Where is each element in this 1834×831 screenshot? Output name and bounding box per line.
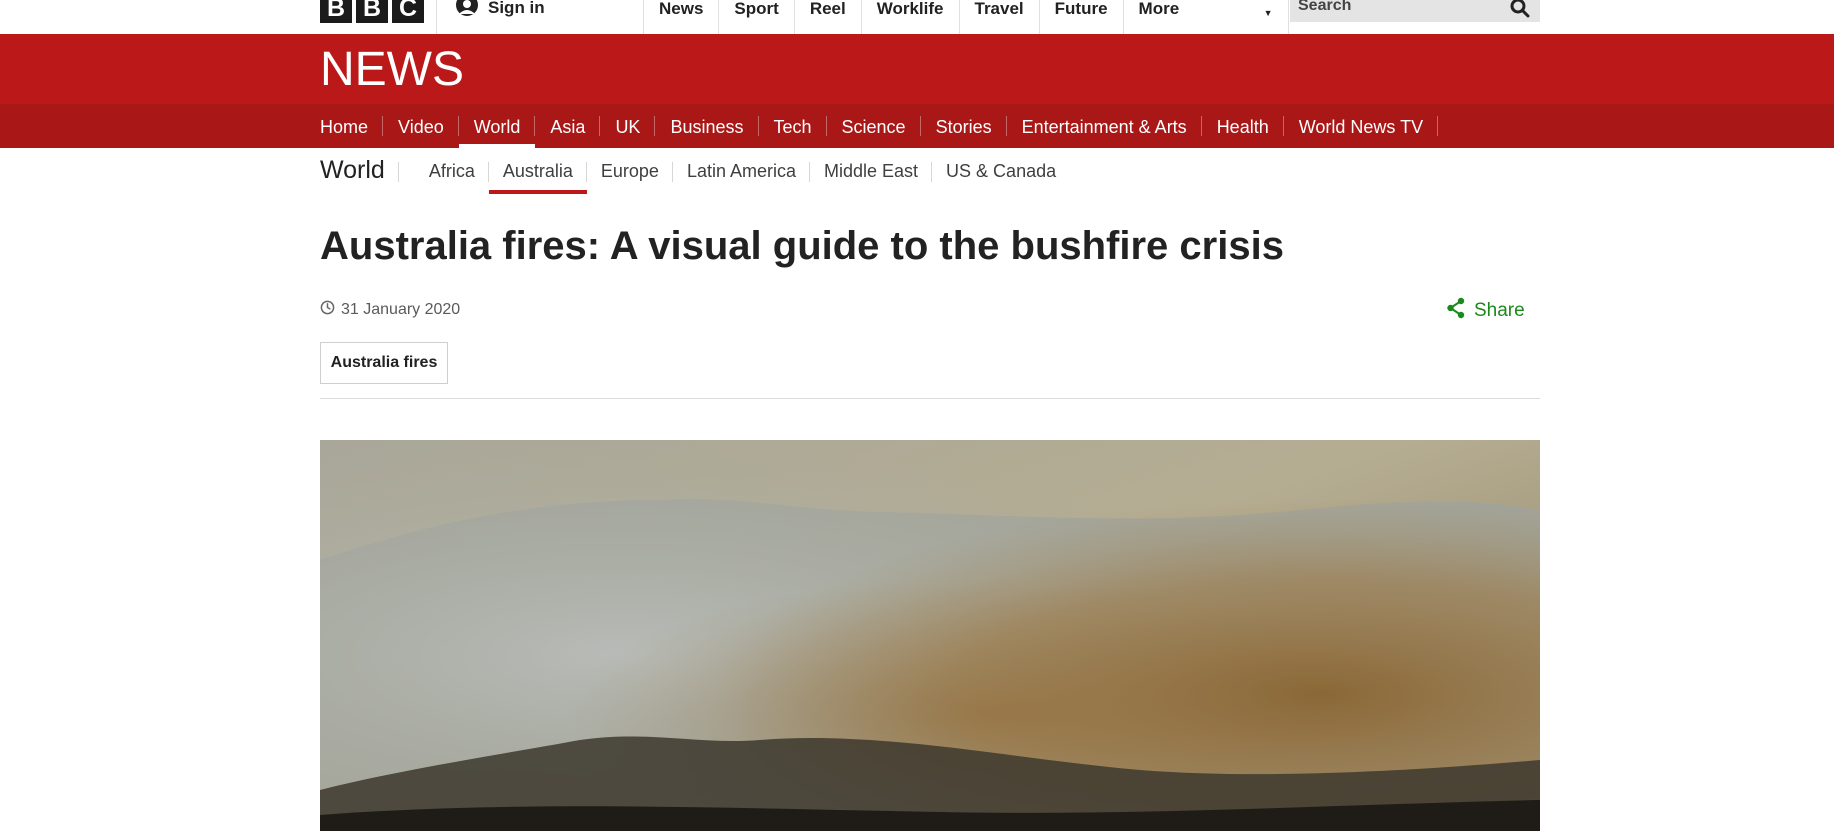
bbc-logo-letter: C xyxy=(392,0,424,23)
article-headline: Australia fires: A visual guide to the b… xyxy=(320,224,1284,268)
date-text: 31 January 2020 xyxy=(341,301,461,318)
nav-uk[interactable]: UK xyxy=(600,104,656,148)
subnav-middle-east[interactable]: Middle East xyxy=(810,148,933,194)
bbc-logo[interactable]: B B C xyxy=(320,0,424,23)
subnav-europe[interactable]: Europe xyxy=(587,148,673,194)
bbc-logo-letter: B xyxy=(356,0,388,23)
nav-home[interactable]: Home xyxy=(320,104,384,148)
divider xyxy=(320,398,1540,399)
user-avatar-icon xyxy=(456,0,478,19)
topic-tag[interactable]: Australia fires xyxy=(320,342,448,384)
search-placeholder: Search xyxy=(1298,0,1352,14)
news-wordmark[interactable]: NEWS xyxy=(320,46,464,94)
share-icon xyxy=(1446,297,1466,325)
sign-in-label: Sign in xyxy=(488,0,545,17)
primary-nav: Home Video World Asia UK Business Tech S… xyxy=(0,104,1834,148)
nav-world[interactable]: World xyxy=(458,104,536,148)
search-icon[interactable] xyxy=(1510,0,1530,23)
secondary-nav: World Africa Australia Europe Latin Amer… xyxy=(320,148,1070,194)
hero-image-bushfire-smoke xyxy=(320,440,1540,831)
masthead-more-menu[interactable]: More ▼ xyxy=(1122,0,1289,34)
nav-stories[interactable]: Stories xyxy=(921,104,1007,148)
subnav-latin-america[interactable]: Latin America xyxy=(673,148,811,194)
search-input[interactable]: Search xyxy=(1290,0,1540,22)
nav-tech[interactable]: Tech xyxy=(759,104,827,148)
nav-video[interactable]: Video xyxy=(383,104,459,148)
section-title[interactable]: World xyxy=(320,148,399,192)
news-header: NEWS xyxy=(0,34,1834,104)
sign-in-link[interactable]: Sign in xyxy=(436,0,643,34)
masthead-nav-future[interactable]: Future xyxy=(1038,0,1123,34)
nav-entertainment-arts[interactable]: Entertainment & Arts xyxy=(1007,104,1202,148)
masthead-nav-travel[interactable]: Travel xyxy=(958,0,1039,34)
share-label: Share xyxy=(1474,300,1525,321)
bbc-masthead: B B C Sign in News Sport Reel Worklife T… xyxy=(0,0,1834,35)
article-date: 31 January 2020 xyxy=(320,300,460,320)
more-label: More xyxy=(1138,0,1180,18)
masthead-nav-worklife[interactable]: Worklife xyxy=(860,0,959,34)
bbc-logo-letter: B xyxy=(320,0,352,23)
masthead-nav-news[interactable]: News xyxy=(643,0,718,34)
subnav-africa[interactable]: Africa xyxy=(415,148,489,194)
clock-icon xyxy=(320,300,335,320)
nav-health[interactable]: Health xyxy=(1202,104,1284,148)
masthead-nav-reel[interactable]: Reel xyxy=(793,0,861,34)
nav-business[interactable]: Business xyxy=(655,104,759,148)
nav-asia[interactable]: Asia xyxy=(535,104,601,148)
caret-down-icon: ▼ xyxy=(1263,8,1273,18)
share-button[interactable]: Share xyxy=(1446,297,1525,325)
nav-science[interactable]: Science xyxy=(827,104,921,148)
subnav-australia[interactable]: Australia xyxy=(488,148,587,194)
nav-world-news-tv[interactable]: World News TV xyxy=(1284,104,1439,148)
subnav-us-canada[interactable]: US & Canada xyxy=(932,148,1070,194)
masthead-nav-sport[interactable]: Sport xyxy=(718,0,793,34)
masthead-nav: News Sport Reel Worklife Travel Future M… xyxy=(643,0,1289,34)
